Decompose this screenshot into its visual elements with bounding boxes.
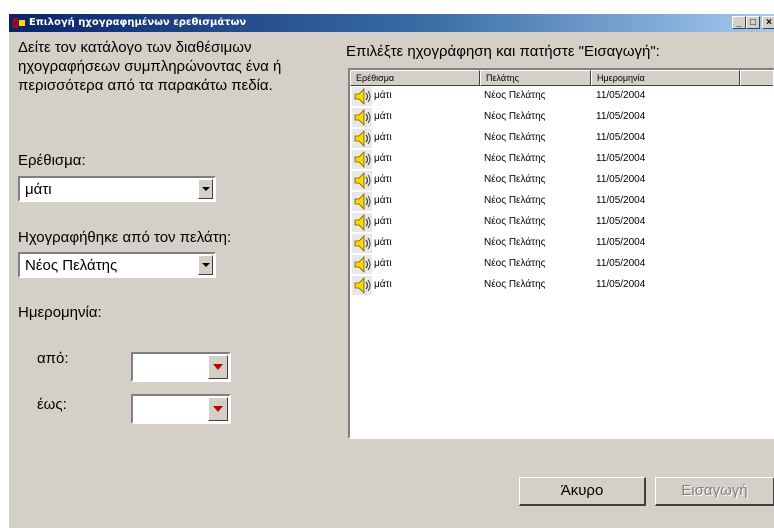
cell-stimulus: μάτι bbox=[374, 132, 392, 143]
date-from-dropdown-button[interactable] bbox=[208, 355, 228, 379]
instructions-line-2: ηχογραφήσεων συμπληρώνοντας ένα ή bbox=[18, 58, 282, 75]
speaker-icon bbox=[352, 108, 372, 127]
title-bar[interactable]: Επιλογή ηχογραφημένων ερεθισμάτων _ □ × bbox=[9, 14, 774, 32]
cell-stimulus: μάτι bbox=[374, 279, 392, 290]
list-instruction: Επιλέξτε ηχογράφηση και πατήστε "Εισαγωγ… bbox=[346, 43, 660, 60]
table-row[interactable]: μάτι Νέος Πελάτης 11/05/2004 bbox=[350, 128, 773, 149]
column-header-stimulus[interactable]: Ερέθισμα bbox=[350, 70, 480, 86]
table-row[interactable]: μάτι Νέος Πελάτης 11/05/2004 bbox=[350, 149, 773, 170]
cell-date: 11/05/2004 bbox=[596, 279, 646, 290]
cell-client: Νέος Πελάτης bbox=[484, 153, 546, 164]
cell-date: 11/05/2004 bbox=[596, 174, 646, 185]
table-row[interactable]: μάτι Νέος Πελάτης 11/05/2004 bbox=[350, 254, 773, 275]
table-row[interactable]: μάτι Νέος Πελάτης 11/05/2004 bbox=[350, 86, 773, 107]
speaker-icon bbox=[352, 150, 372, 169]
speaker-icon bbox=[352, 192, 372, 211]
instructions-line-1: Δείτε τον κατάλογο των διαθέσιμων bbox=[18, 39, 252, 56]
dropdown-arrow-icon bbox=[213, 364, 223, 370]
cell-client: Νέος Πελάτης bbox=[484, 174, 546, 185]
speaker-icon bbox=[352, 171, 372, 190]
app-icon bbox=[13, 18, 25, 28]
column-header-filler bbox=[740, 70, 773, 86]
cell-stimulus: μάτι bbox=[374, 111, 392, 122]
recordings-list[interactable]: Ερέθισμα Πελάτης Ημερομηνία μάτι Νέος Πελ… bbox=[348, 68, 774, 439]
cell-date: 11/05/2004 bbox=[596, 216, 646, 227]
speaker-icon bbox=[352, 234, 372, 253]
date-from-picker[interactable] bbox=[131, 352, 231, 382]
chevron-down-icon bbox=[202, 263, 210, 267]
cell-date: 11/05/2004 bbox=[596, 111, 646, 122]
speaker-icon bbox=[352, 87, 372, 106]
cell-client: Νέος Πελάτης bbox=[484, 90, 546, 101]
cell-stimulus: μάτι bbox=[374, 195, 392, 206]
column-header-client[interactable]: Πελάτης bbox=[480, 70, 591, 86]
dialog-window: Επιλογή ηχογραφημένων ερεθισμάτων _ □ × … bbox=[8, 13, 774, 528]
cell-date: 11/05/2004 bbox=[596, 237, 646, 248]
client-select-value: Νέος Πελάτης bbox=[25, 257, 118, 274]
stimulus-select-value: μάτι bbox=[25, 181, 52, 198]
minimize-button[interactable]: _ bbox=[732, 16, 746, 29]
insert-button[interactable]: Εισαγωγή bbox=[655, 477, 774, 506]
cell-stimulus: μάτι bbox=[374, 237, 392, 248]
table-row[interactable]: μάτι Νέος Πελάτης 11/05/2004 bbox=[350, 233, 773, 254]
cell-client: Νέος Πελάτης bbox=[484, 237, 546, 248]
cell-stimulus: μάτι bbox=[374, 90, 392, 101]
window-title: Επιλογή ηχογραφημένων ερεθισμάτων bbox=[29, 17, 247, 28]
cell-date: 11/05/2004 bbox=[596, 132, 646, 143]
cell-stimulus: μάτι bbox=[374, 174, 392, 185]
client-select[interactable]: Νέος Πελάτης bbox=[18, 252, 216, 278]
instructions-line-3: περισσότερα από τα παρακάτω πεδία. bbox=[18, 77, 273, 94]
chevron-down-icon bbox=[202, 187, 210, 191]
cell-date: 11/05/2004 bbox=[596, 90, 646, 101]
date-to-dropdown-button[interactable] bbox=[208, 397, 228, 421]
speaker-icon bbox=[352, 276, 372, 295]
client-dropdown-button[interactable] bbox=[198, 255, 213, 275]
column-header-date[interactable]: Ημερομηνία bbox=[591, 70, 740, 86]
cell-stimulus: μάτι bbox=[374, 258, 392, 269]
table-row[interactable]: μάτι Νέος Πελάτης 11/05/2004 bbox=[350, 107, 773, 128]
cell-client: Νέος Πελάτης bbox=[484, 216, 546, 227]
speaker-icon bbox=[352, 213, 372, 232]
cell-client: Νέος Πελάτης bbox=[484, 279, 546, 290]
list-header: Ερέθισμα Πελάτης Ημερομηνία bbox=[350, 70, 773, 86]
cell-client: Νέος Πελάτης bbox=[484, 195, 546, 206]
close-button[interactable]: × bbox=[762, 16, 774, 29]
cell-client: Νέος Πελάτης bbox=[484, 258, 546, 269]
table-row[interactable]: μάτι Νέος Πελάτης 11/05/2004 bbox=[350, 275, 773, 296]
cell-client: Νέος Πελάτης bbox=[484, 111, 546, 122]
to-label: έως: bbox=[37, 396, 67, 413]
date-label: Ημερομηνία: bbox=[18, 304, 102, 321]
cancel-button[interactable]: Άκυρο bbox=[519, 477, 646, 506]
cell-date: 11/05/2004 bbox=[596, 153, 646, 164]
table-row[interactable]: μάτι Νέος Πελάτης 11/05/2004 bbox=[350, 170, 773, 191]
stimulus-dropdown-button[interactable] bbox=[198, 179, 213, 199]
cell-client: Νέος Πελάτης bbox=[484, 132, 546, 143]
speaker-icon bbox=[352, 255, 372, 274]
dropdown-arrow-icon bbox=[213, 406, 223, 412]
client-label: Ηχογραφήθηκε από τον πελάτη: bbox=[18, 229, 232, 246]
cell-date: 11/05/2004 bbox=[596, 195, 646, 206]
cell-stimulus: μάτι bbox=[374, 216, 392, 227]
maximize-button[interactable]: □ bbox=[746, 16, 760, 29]
cell-date: 11/05/2004 bbox=[596, 258, 646, 269]
stimulus-label: Ερέθισμα: bbox=[18, 152, 86, 169]
stimulus-select[interactable]: μάτι bbox=[18, 176, 216, 202]
speaker-icon bbox=[352, 129, 372, 148]
from-label: από: bbox=[37, 350, 69, 367]
table-row[interactable]: μάτι Νέος Πελάτης 11/05/2004 bbox=[350, 212, 773, 233]
date-to-picker[interactable] bbox=[131, 394, 231, 424]
cell-stimulus: μάτι bbox=[374, 153, 392, 164]
table-row[interactable]: μάτι Νέος Πελάτης 11/05/2004 bbox=[350, 191, 773, 212]
